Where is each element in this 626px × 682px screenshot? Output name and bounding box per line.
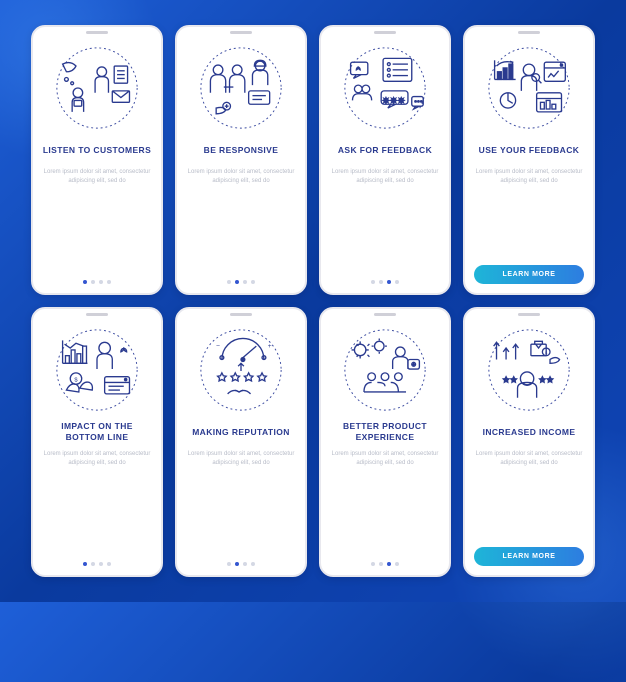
listen-icon <box>49 45 145 131</box>
ask-feedback-icon <box>337 45 433 131</box>
phone-row-2: $ IMPACT ON THE BOTTOM LINE Lorem ipsum … <box>24 307 602 577</box>
card-title: MAKING REPUTATION <box>192 421 290 443</box>
card-body: Lorem ipsum dolor sit amet, consectetur … <box>42 168 152 274</box>
learn-more-button[interactable]: LEARN MORE <box>474 547 584 566</box>
card-title: BETTER PRODUCT EXPERIENCE <box>330 421 440 443</box>
pager-dots[interactable] <box>83 562 111 566</box>
phone-card-listen: LISTEN TO CUSTOMERS Lorem ipsum dolor si… <box>31 25 163 295</box>
phone-card-reputation: − + MAKING REPUTATION Lorem ipsum dolor … <box>175 307 307 577</box>
card-title: IMPACT ON THE BOTTOM LINE <box>42 421 152 443</box>
pager-dots[interactable] <box>83 280 111 284</box>
use-feedback-icon <box>481 45 577 131</box>
responsive-icon <box>193 45 289 131</box>
svg-text:+: + <box>268 343 272 350</box>
pager-dots[interactable] <box>371 562 399 566</box>
svg-text:−: − <box>216 343 220 350</box>
card-body: Lorem ipsum dolor sit amet, consectetur … <box>42 450 152 556</box>
phone-card-ask: ASK FOR FEEDBACK Lorem ipsum dolor sit a… <box>319 25 451 295</box>
learn-more-button[interactable]: LEARN MORE <box>474 265 584 284</box>
phone-card-product: BETTER PRODUCT EXPERIENCE Lorem ipsum do… <box>319 307 451 577</box>
card-body: Lorem ipsum dolor sit amet, consectetur … <box>474 450 584 541</box>
phone-row-1: LISTEN TO CUSTOMERS Lorem ipsum dolor si… <box>24 25 602 295</box>
pager-dots[interactable] <box>371 280 399 284</box>
card-body: Lorem ipsum dolor sit amet, consectetur … <box>330 450 440 556</box>
svg-text:$: $ <box>545 351 548 355</box>
card-title: LISTEN TO CUSTOMERS <box>43 139 151 161</box>
card-body: Lorem ipsum dolor sit amet, consectetur … <box>474 168 584 259</box>
card-body: Lorem ipsum dolor sit amet, consectetur … <box>330 168 440 274</box>
card-title: BE RESPONSIVE <box>204 139 279 161</box>
phone-card-impact: $ IMPACT ON THE BOTTOM LINE Lorem ipsum … <box>31 307 163 577</box>
impact-icon: $ <box>49 327 145 413</box>
phone-card-income: $ INCREASED INCOME Lorem ipsum dolor sit… <box>463 307 595 577</box>
increased-income-icon: $ <box>481 327 577 413</box>
card-body: Lorem ipsum dolor sit amet, consectetur … <box>186 450 296 556</box>
phone-card-use: USE YOUR FEEDBACK Lorem ipsum dolor sit … <box>463 25 595 295</box>
reputation-icon: − + <box>193 327 289 413</box>
pager-dots[interactable] <box>227 280 255 284</box>
phone-card-responsive: BE RESPONSIVE Lorem ipsum dolor sit amet… <box>175 25 307 295</box>
card-title: USE YOUR FEEDBACK <box>479 139 580 161</box>
product-experience-icon <box>337 327 433 413</box>
card-body: Lorem ipsum dolor sit amet, consectetur … <box>186 168 296 274</box>
card-title: ASK FOR FEEDBACK <box>338 139 432 161</box>
pager-dots[interactable] <box>227 562 255 566</box>
svg-text:$: $ <box>74 377 78 383</box>
card-title: INCREASED INCOME <box>483 421 576 443</box>
